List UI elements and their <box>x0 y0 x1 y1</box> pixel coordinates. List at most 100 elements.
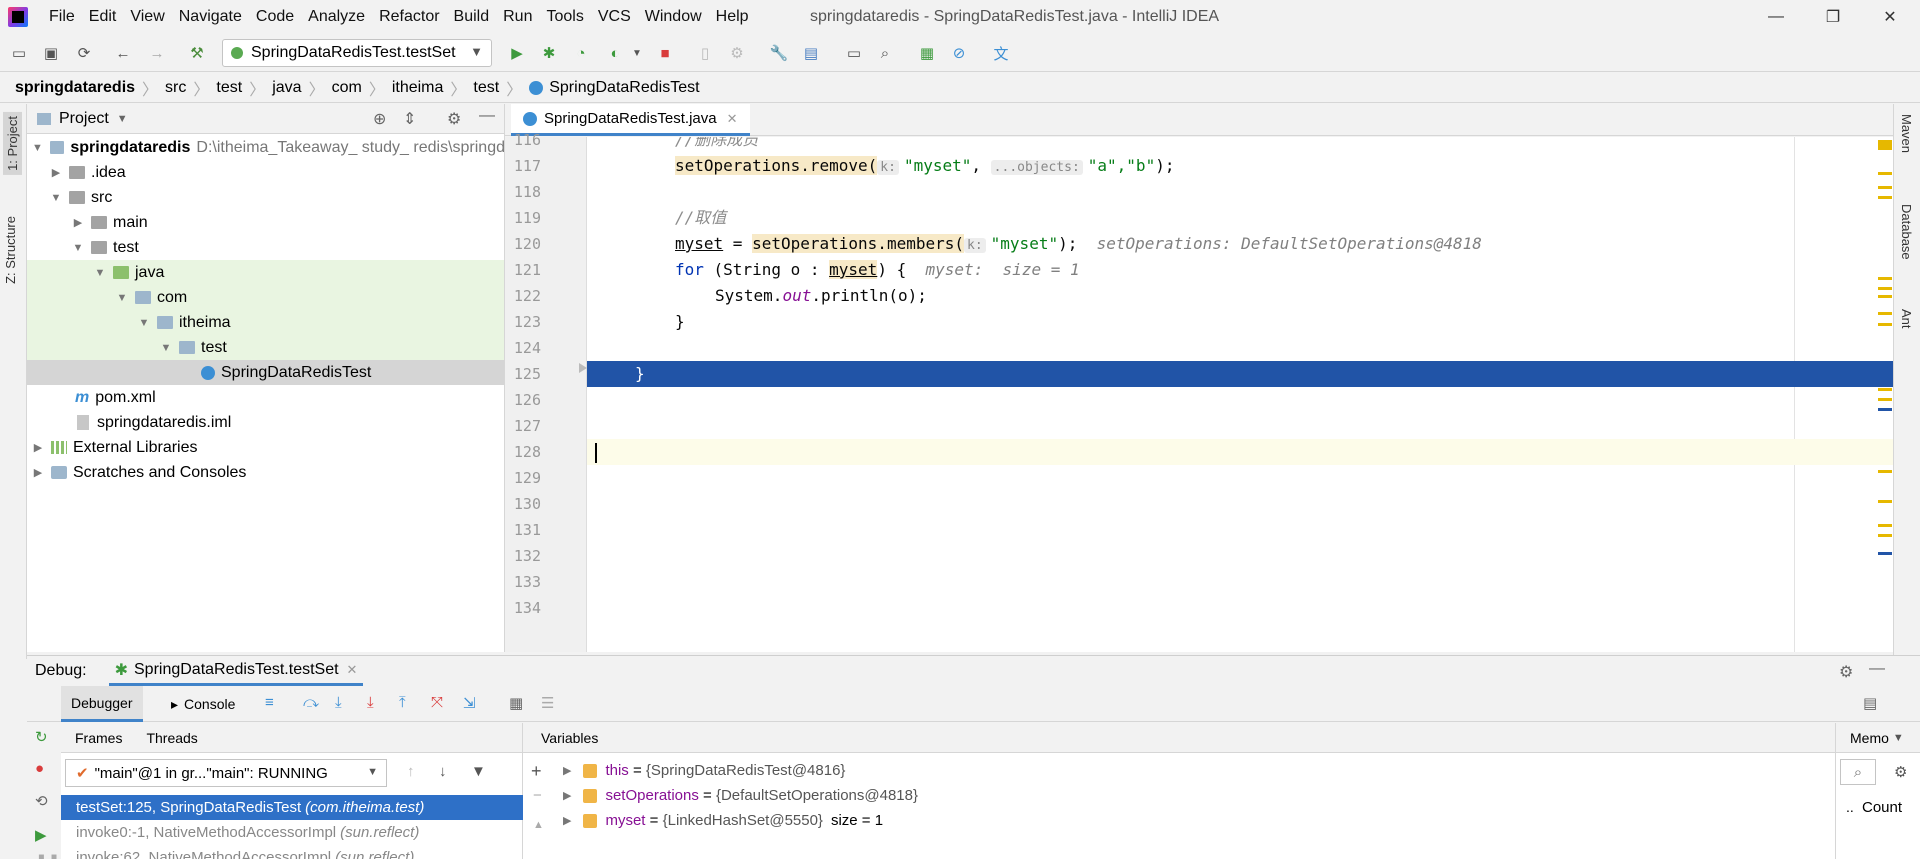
build-button[interactable]: ⚒ <box>186 42 208 64</box>
arrow-down-icon[interactable]: ↓ <box>439 763 447 780</box>
search-everywhere-button[interactable]: ⌕ <box>874 42 896 64</box>
stripe-marker[interactable] <box>1878 172 1892 175</box>
trace-icon[interactable]: ☰ <box>541 694 554 712</box>
frame-row[interactable]: invoke0:-1, NativeMethodAccessorImpl (sun… <box>61 820 523 845</box>
warning-marker-icon[interactable] <box>1878 140 1892 150</box>
frame-row[interactable]: invoke:62, NativeMethodAccessorImpl (sun.… <box>61 845 523 859</box>
close-tab-icon[interactable]: ✕ <box>727 111 738 127</box>
hide-icon[interactable]: — <box>1869 660 1885 678</box>
rerun-icon[interactable]: ↻ <box>35 728 48 746</box>
breadcrumb-item[interactable]: itheima <box>392 79 444 97</box>
breadcrumb-item[interactable]: src <box>165 79 186 97</box>
stop-button[interactable]: ■ <box>654 42 676 64</box>
tree-item-idea[interactable]: ▶ .idea <box>27 160 504 185</box>
variable-row[interactable]: ▶ setOperations = {DefaultSetOperations@… <box>563 783 918 808</box>
menu-analyze[interactable]: Analyze <box>301 8 372 26</box>
stripe-marker[interactable] <box>1878 186 1892 189</box>
menu-refactor[interactable]: Refactor <box>372 8 446 26</box>
tab-debugger[interactable]: Debugger <box>61 686 143 722</box>
layout-icon[interactable]: ▤ <box>1863 694 1877 712</box>
step-over-icon[interactable]: ⤼ <box>303 694 319 711</box>
project-structure-button[interactable]: 🔧 <box>768 42 790 64</box>
stripe-marker[interactable] <box>1878 388 1892 391</box>
chevron-down-icon[interactable]: ▼ <box>117 113 128 125</box>
settings-sync-icon[interactable]: ⟲ <box>35 792 48 810</box>
structure-tool-tab[interactable]: Z: Structure <box>3 216 18 284</box>
code-editor[interactable]: //删除成员 setOperations.remove(k: "myset", .… <box>587 137 1893 652</box>
memory-count-column[interactable]: Count <box>1862 799 1902 816</box>
translate-button[interactable]: 文 <box>990 42 1012 64</box>
menu-run[interactable]: Run <box>496 8 539 26</box>
expand-icon[interactable]: ▶ <box>563 789 571 802</box>
stripe-marker[interactable] <box>1878 398 1892 401</box>
minimize-button[interactable]: — <box>1754 4 1798 30</box>
tree-item-itheima[interactable]: ▼ itheima <box>27 310 504 335</box>
hide-icon[interactable]: — <box>479 107 495 125</box>
restore-button[interactable]: ❐ <box>1811 4 1855 30</box>
stripe-marker[interactable] <box>1878 323 1892 326</box>
frame-row[interactable]: testSet:125, SpringDataRedisTest (com.ith… <box>61 795 523 820</box>
tree-item-java[interactable]: ▼ java <box>27 260 504 285</box>
variable-row[interactable]: ▶ myset = {LinkedHashSet@5550} size = 1 <box>563 808 883 833</box>
stripe-marker[interactable] <box>1878 287 1892 290</box>
maven-tool-tab[interactable]: Maven <box>1899 114 1914 153</box>
breadcrumb-item[interactable]: test <box>216 79 242 97</box>
tree-item-root[interactable]: ▼ springdataredis D:\itheima_Takeaway_ s… <box>27 135 504 160</box>
profile-dropdown[interactable]: ▼ <box>626 42 648 64</box>
tree-item-springdataredistest[interactable]: SpringDataRedisTest <box>27 360 504 385</box>
project-settings-button[interactable]: ▤ <box>800 42 822 64</box>
tab-frames[interactable]: Frames <box>61 730 136 746</box>
menu-build[interactable]: Build <box>447 8 497 26</box>
stripe-marker[interactable] <box>1878 534 1892 537</box>
menu-window[interactable]: Window <box>638 8 709 26</box>
tab-threads[interactable]: Threads <box>136 730 207 746</box>
close-tab-icon[interactable]: ✕ <box>347 662 358 678</box>
menu-lines-icon[interactable]: ≡ <box>265 694 274 711</box>
stripe-marker[interactable] <box>1878 470 1892 473</box>
ant-tool-tab[interactable]: Ant <box>1899 309 1914 329</box>
stripe-marker[interactable] <box>1878 277 1892 280</box>
step-out-icon[interactable]: ⤒ <box>399 694 406 711</box>
tree-item-main[interactable]: ▶ main <box>27 210 504 235</box>
breadcrumb-item[interactable]: test <box>473 79 499 97</box>
close-window-button[interactable]: ✕ <box>1868 4 1912 30</box>
filter-icon[interactable]: ▼ <box>471 763 486 780</box>
tree-item-scratches[interactable]: ▶ Scratches and Consoles <box>27 460 504 485</box>
add-watch-icon[interactable]: + <box>531 761 542 782</box>
stripe-marker[interactable] <box>1878 295 1892 298</box>
chevron-down-icon[interactable]: ▼ <box>1893 732 1904 744</box>
tree-item-com[interactable]: ▼ com <box>27 285 504 310</box>
stripe-marker[interactable] <box>1878 196 1892 199</box>
breadcrumb-item[interactable]: com <box>332 79 362 97</box>
profile-button[interactable]: ◐ <box>604 42 626 64</box>
tree-item-external-libraries[interactable]: ▶ External Libraries <box>27 435 504 460</box>
menu-code[interactable]: Code <box>249 8 301 26</box>
run-to-cursor-icon[interactable]: ⇲ <box>463 694 476 712</box>
stripe-marker[interactable] <box>1878 500 1892 503</box>
resume-icon[interactable]: ▶ <box>35 826 47 844</box>
drop-frame-icon[interactable]: ⤧ <box>431 694 443 711</box>
breadcrumb-item[interactable]: springdataredis <box>15 79 135 97</box>
stripe-marker[interactable] <box>1878 408 1892 411</box>
monitor-button[interactable]: ▦ <box>916 42 938 64</box>
save-all-button[interactable]: ▣ <box>40 42 62 64</box>
menu-navigate[interactable]: Navigate <box>172 8 249 26</box>
menu-tools[interactable]: Tools <box>539 8 590 26</box>
tree-item-iml[interactable]: springdataredis.iml <box>27 410 504 435</box>
remove-watch-icon[interactable]: − <box>533 787 542 804</box>
tab-console[interactable]: ▸ Console <box>161 686 245 722</box>
tree-item-test[interactable]: ▼ test <box>27 235 504 260</box>
arrow-up-icon[interactable]: ↑ <box>407 763 415 780</box>
menu-edit[interactable]: Edit <box>82 8 124 26</box>
gear-icon[interactable]: ⚙ <box>1894 763 1907 781</box>
open-folder-button[interactable]: ▭ <box>8 42 30 64</box>
coverage-button[interactable]: ◔ <box>570 42 592 64</box>
project-title[interactable]: Project <box>59 110 109 128</box>
settings-disabled-button[interactable]: ⚙ <box>726 42 748 64</box>
menu-file[interactable]: File <box>42 8 82 26</box>
pause-icon[interactable]: ❚❚ <box>35 852 60 859</box>
attach-debugger-button[interactable]: ▯ <box>694 42 716 64</box>
gear-icon[interactable]: ⚙ <box>1839 662 1853 682</box>
expand-icon[interactable]: ▶ <box>563 814 571 827</box>
terminal-button[interactable]: ▭ <box>843 42 865 64</box>
